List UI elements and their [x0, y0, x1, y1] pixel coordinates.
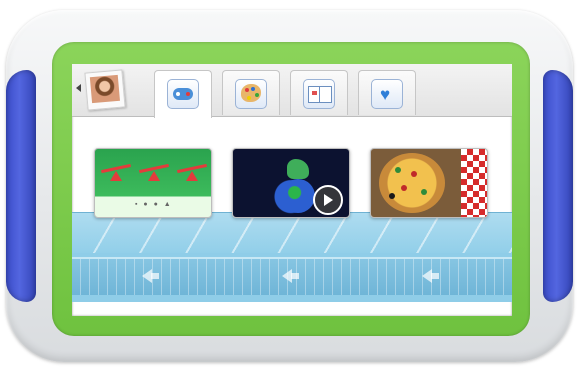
- play-icon[interactable]: [313, 185, 343, 215]
- seesaw-icon: ▪ ● ● ▲: [135, 201, 173, 208]
- app-card-dinosaur[interactable]: [232, 148, 350, 218]
- app-card-pizza[interactable]: [370, 148, 488, 218]
- scroll-left-arrow-icon[interactable]: [422, 269, 439, 283]
- scroll-left-arrow-icon[interactable]: [282, 269, 299, 283]
- scroll-left-arrow-icon[interactable]: [142, 269, 159, 283]
- tab-games[interactable]: [154, 70, 212, 118]
- pizza-icon: [379, 153, 445, 213]
- app-carousel-track[interactable]: [72, 212, 512, 302]
- chevron-left-icon[interactable]: [76, 84, 81, 92]
- category-tab-bar: ♥: [72, 64, 512, 118]
- app-card-seesaw[interactable]: ▪ ● ● ▲: [94, 148, 212, 218]
- child-photo-icon: [89, 74, 120, 104]
- right-bumper-grip: [543, 70, 573, 302]
- tab-art[interactable]: [222, 70, 280, 115]
- tablet-screen: ♥ ▪ ● ● ▲: [72, 64, 512, 316]
- track-rail: [72, 257, 512, 295]
- left-bumper-grip: [6, 70, 36, 302]
- gamepad-icon: [167, 79, 199, 109]
- dinosaur-earth-icon: [281, 179, 315, 213]
- track-surface: [72, 213, 512, 253]
- book-icon: [303, 79, 335, 109]
- profile-photo-button[interactable]: [84, 69, 126, 111]
- heart-icon: ♥: [371, 79, 403, 109]
- paint-palette-icon: [235, 79, 267, 109]
- tab-books[interactable]: [290, 70, 348, 115]
- tab-favorites[interactable]: ♥: [358, 70, 416, 115]
